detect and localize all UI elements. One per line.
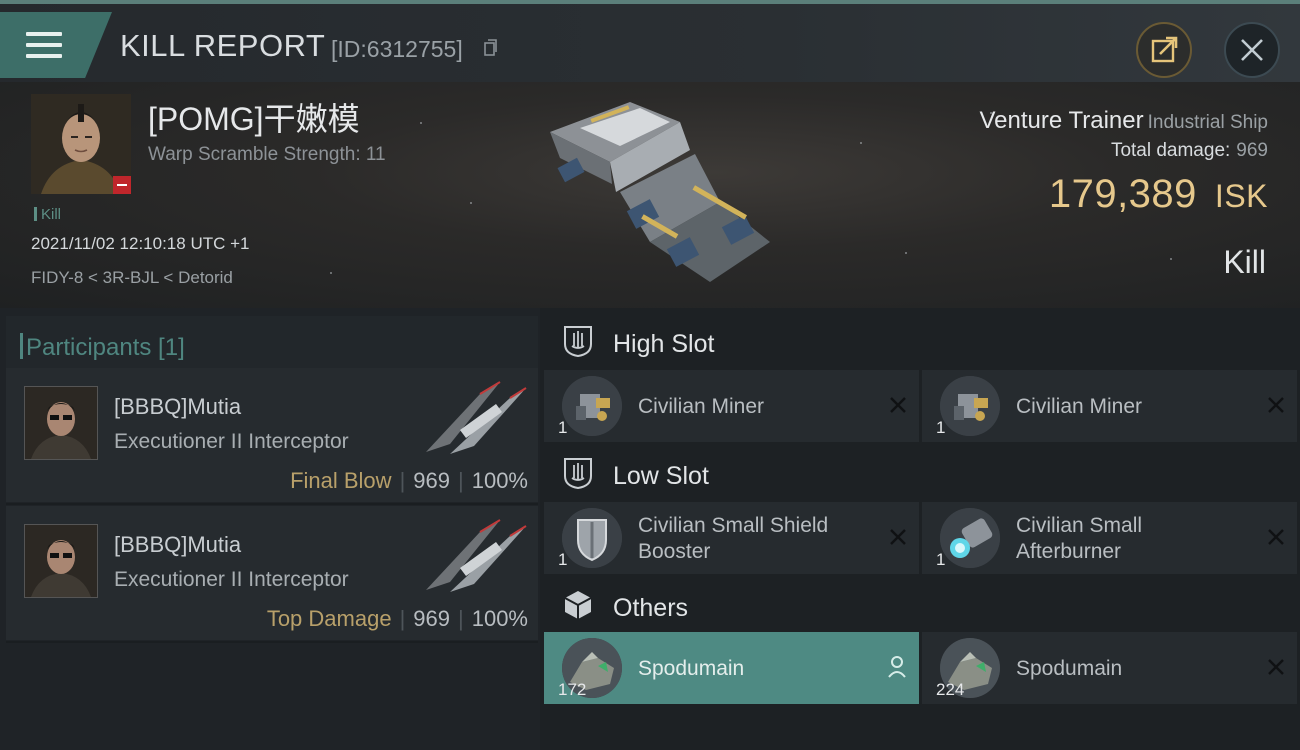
kill-summary-panel: [POMG]干嫩模 Warp Scramble Strength: 11 Kil…	[0, 82, 1300, 308]
ship-class: Industrial Ship	[1147, 112, 1268, 133]
hamburger-icon	[26, 32, 62, 58]
warp-scramble-strength: Warp Scramble Strength: 11	[148, 144, 386, 165]
kill-tag: Kill	[34, 206, 61, 223]
participant-avatar	[24, 386, 98, 460]
participant-tag: Top Damage	[266, 606, 392, 631]
row-divider	[6, 641, 538, 643]
module-slot[interactable]: 1 Civilian Miner	[544, 370, 919, 442]
destroyed-x-icon	[1268, 529, 1284, 545]
participant-ship-image	[426, 519, 527, 592]
total-damage-value: 969	[1236, 140, 1268, 161]
civilian-miner-icon	[940, 376, 1000, 436]
participant-damage: 969	[413, 468, 450, 493]
civilian-miner-icon	[562, 376, 622, 436]
others-label: Others	[613, 594, 689, 622]
participant-ship: Executioner II Interceptor	[114, 430, 349, 453]
item-name: Civilian Small Shield Booster	[638, 513, 828, 565]
menu-button[interactable]	[0, 12, 112, 78]
total-damage: Total damage: 969	[1111, 140, 1268, 162]
destroyed-x-icon	[1268, 659, 1284, 675]
victim-name: [POMG]干嫩模	[148, 101, 360, 137]
ship-title: Venture Trainer Industrial Ship	[979, 107, 1268, 135]
row-divider	[6, 503, 538, 505]
item-quantity: 172	[558, 680, 587, 699]
item-name: Spodumain	[638, 657, 745, 680]
share-icon	[1151, 36, 1178, 63]
cargo-item[interactable]: 224 Spodumain	[922, 632, 1297, 704]
afterburner-icon	[940, 508, 1000, 568]
participant-ship: Executioner II Interceptor	[114, 568, 349, 591]
participant-percent: 100%	[471, 468, 528, 493]
low-slot-label: Low Slot	[613, 462, 709, 490]
item-name: Civilian Small Afterburner	[1016, 513, 1142, 565]
participant-avatar	[24, 524, 98, 598]
low-slot-header: Low Slot	[540, 444, 1300, 502]
fitting-panel: High Slot 1 Civilian Miner 1 Civilian Mi…	[540, 308, 1300, 750]
isk-value: 179,389 ISK	[1049, 172, 1268, 217]
divider: |	[399, 468, 406, 493]
kill-datetime: 2021/11/02 12:10:18 UTC +1	[31, 234, 250, 253]
item-name-line1: Civilian Small	[1016, 514, 1143, 537]
module-slot[interactable]: 1 Civilian Small Afterburner	[922, 502, 1297, 574]
participant-stats: Top Damage | 969 | 100%	[267, 606, 528, 632]
divider: |	[399, 606, 406, 631]
share-button[interactable]	[1136, 22, 1192, 78]
kill-result: Kill	[1223, 244, 1266, 280]
participants-header: Participants [1]	[6, 316, 538, 372]
total-damage-label: Total damage:	[1110, 140, 1231, 161]
item-quantity: 224	[936, 680, 965, 699]
header-bar: KILL REPORT [ID:6312755]	[0, 4, 1300, 82]
destroyed-x-icon	[1268, 397, 1284, 413]
others-header: Others	[540, 576, 1300, 634]
high-slot-icon	[564, 326, 592, 358]
participants-panel: Participants [1] [BBBQ]Mutia Executioner…	[0, 308, 540, 750]
participant-name: [BBBQ]Mutia	[114, 394, 242, 419]
participant-row[interactable]: [BBBQ]Mutia Executioner II Interceptor F…	[6, 368, 538, 502]
close-icon	[1241, 39, 1263, 61]
person-icon	[888, 656, 906, 678]
isk-amount: 179,389	[1048, 172, 1197, 216]
module-slot[interactable]: 1 Civilian Miner	[922, 370, 1297, 442]
destroyed-x-icon	[890, 529, 906, 545]
low-slot-icon	[564, 458, 592, 490]
item-name-line2: Afterburner	[1016, 540, 1122, 563]
participant-damage: 969	[413, 606, 450, 631]
page-title: KILL REPORT	[120, 28, 326, 63]
ship-image	[550, 102, 770, 282]
divider: |	[458, 468, 464, 493]
high-slot-header: High Slot	[540, 312, 1300, 370]
copy-icon[interactable]	[484, 39, 498, 57]
item-name-line1: Civilian Small Shield	[638, 514, 829, 537]
module-slot[interactable]: 1 Civilian Small Shield Booster	[544, 502, 919, 574]
item-name-line2: Booster	[638, 540, 711, 563]
isk-unit: ISK	[1214, 178, 1268, 214]
destroyed-x-icon	[890, 397, 906, 413]
item-quantity: 1	[558, 418, 568, 437]
item-quantity: 1	[936, 418, 946, 437]
shield-booster-icon	[562, 508, 622, 568]
participant-row[interactable]: [BBBQ]Mutia Executioner II Interceptor T…	[6, 506, 538, 640]
hostile-badge	[113, 176, 131, 194]
kill-location: FIDY-8 < 3R-BJL < Detorid	[31, 268, 233, 287]
ship-name: Venture Trainer	[979, 107, 1144, 134]
close-button[interactable]	[1224, 22, 1280, 78]
item-name: Spodumain	[1016, 657, 1123, 680]
cargo-item[interactable]: 172 Spodumain	[544, 632, 919, 704]
divider: |	[458, 606, 464, 631]
cargo-box-icon	[564, 591, 592, 619]
participant-ship-image	[426, 381, 527, 454]
item-name: Civilian Miner	[1016, 395, 1143, 418]
high-slot-label: High Slot	[613, 330, 715, 358]
participant-tag: Final Blow	[290, 468, 392, 493]
victim-portrait[interactable]	[31, 94, 131, 194]
item-name: Civilian Miner	[638, 395, 765, 418]
item-quantity: 1	[558, 550, 568, 569]
item-quantity: 1	[936, 550, 946, 569]
participant-percent: 100%	[471, 606, 528, 631]
participants-label: Participants [1]	[20, 333, 185, 361]
participant-stats: Final Blow | 969 | 100%	[290, 468, 528, 494]
participant-name: [BBBQ]Mutia	[114, 532, 242, 557]
report-id: [ID:6312755]	[331, 36, 463, 62]
